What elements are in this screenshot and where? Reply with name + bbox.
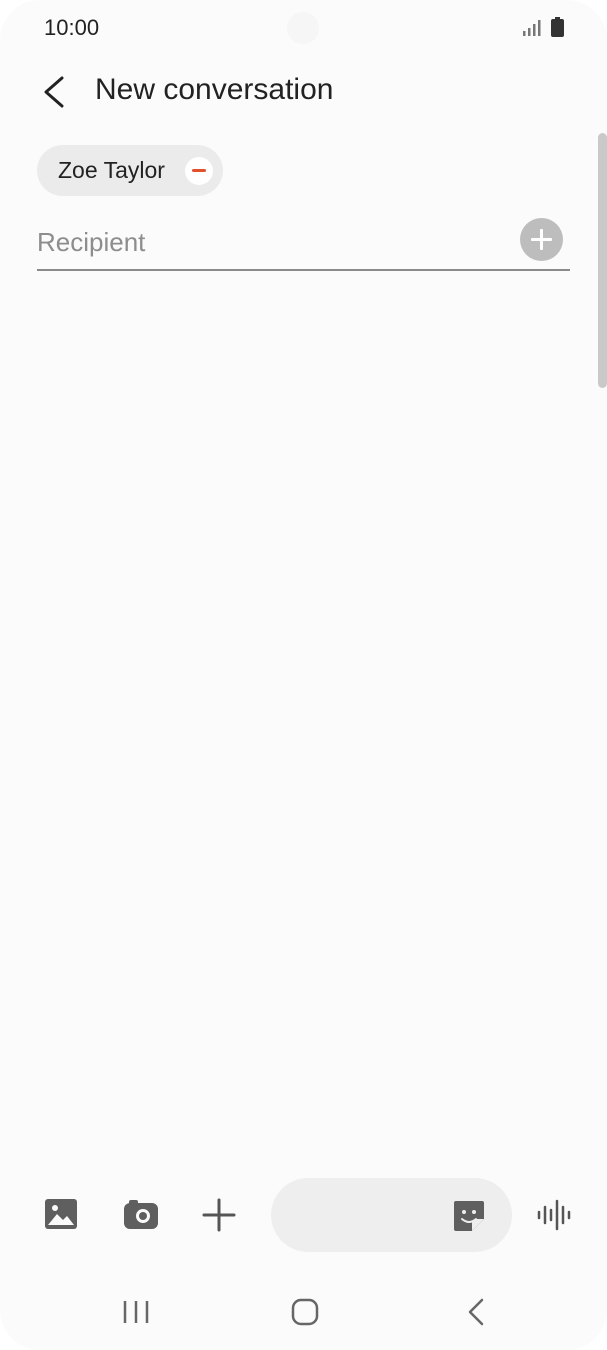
- voice-waveform-icon: [537, 1199, 571, 1231]
- camera-icon: [124, 1200, 158, 1229]
- recipient-chip-label: Zoe Taylor: [58, 157, 165, 183]
- scrollbar[interactable]: [598, 133, 607, 388]
- plus-icon: [202, 1198, 236, 1232]
- battery-icon: [551, 17, 564, 37]
- plus-circle-icon[interactable]: [520, 218, 563, 261]
- recipient-input[interactable]: [37, 218, 507, 266]
- camera-button[interactable]: [121, 1195, 161, 1233]
- signal-icon: [523, 20, 541, 36]
- voice-record-button[interactable]: [536, 1198, 572, 1232]
- sticker-button[interactable]: [451, 1198, 487, 1234]
- recent-apps-icon: [123, 1301, 149, 1323]
- recipient-chip[interactable]: Zoe Taylor: [37, 145, 223, 196]
- image-icon: [45, 1199, 77, 1229]
- home-icon: [291, 1298, 319, 1326]
- chevron-left-icon: [44, 76, 64, 108]
- minus-circle-icon[interactable]: [185, 157, 213, 185]
- message-box[interactable]: [271, 1178, 512, 1252]
- gallery-button[interactable]: [42, 1195, 80, 1233]
- system-back-button[interactable]: [452, 1290, 500, 1334]
- message-input[interactable]: [295, 1198, 445, 1232]
- status-time: 10:00: [44, 15, 100, 40]
- add-attachment-button[interactable]: [200, 1196, 238, 1234]
- home-button[interactable]: [281, 1290, 329, 1334]
- back-icon: [468, 1298, 484, 1326]
- page-title: New conversation: [95, 73, 334, 106]
- phone-screen: 10:00 New conversation Zoe Taylor: [0, 0, 607, 1350]
- recent-apps-button[interactable]: [112, 1290, 160, 1334]
- back-button[interactable]: [32, 68, 80, 116]
- recipient-underline: [37, 269, 570, 271]
- front-camera: [287, 12, 319, 44]
- status-bar: 10:00: [0, 0, 607, 56]
- sticker-icon: [454, 1201, 484, 1231]
